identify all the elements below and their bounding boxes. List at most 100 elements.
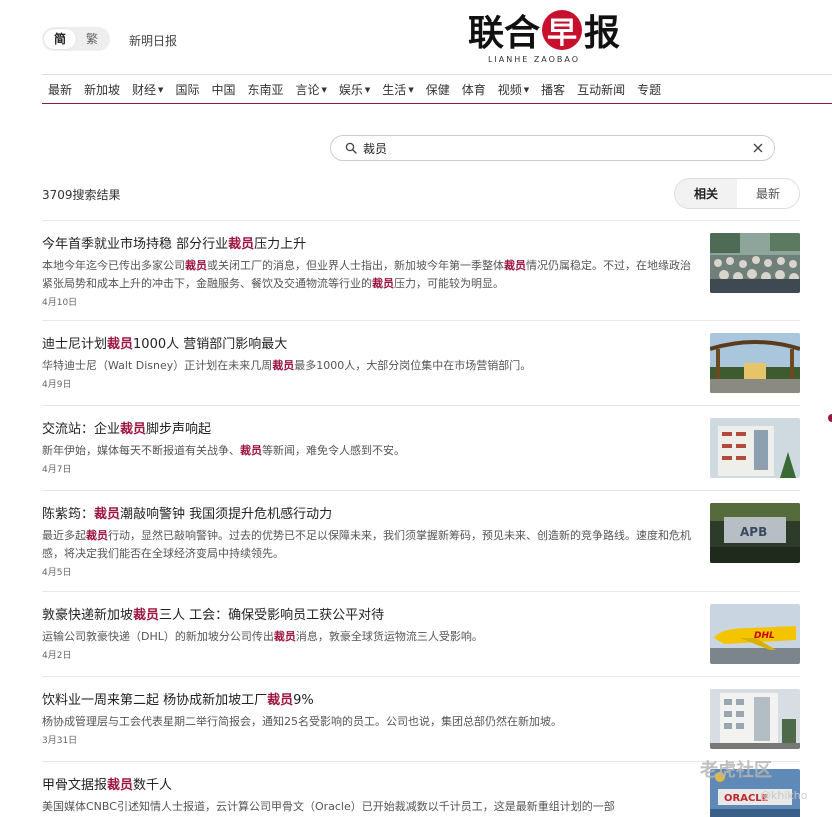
result-title-link[interactable]: 敦豪快递新加坡裁员三人 工会：确保受影响员工获公平对待 — [42, 607, 692, 625]
text-segment: 饮料业一周来第二起 杨协成新加坡工厂 — [42, 693, 268, 708]
highlighted-keyword: 裁员 — [272, 359, 295, 372]
text-segment: 消息，敦豪全球货运物流三人受影响。 — [295, 630, 483, 643]
caret-down-icon: ▼ — [158, 85, 164, 94]
nav-item[interactable]: 言论 ▼ — [295, 81, 326, 98]
search-result-item: 敦豪快递新加坡裁员三人 工会：确保受影响员工获公平对待 运输公司敦豪快递（DHL）… — [42, 604, 800, 664]
highlighted-keyword: 裁员 — [107, 778, 134, 793]
text-segment: 交流站：企业 — [42, 422, 121, 437]
main-nav: 最新 新加坡 财经 ▼ 国际 中国 东南亚 言论 ▼ 娱乐 ▼ 生活 ▼ 保健 体育 视频 ▼ 播客 互动新闻 专题 — [42, 74, 832, 104]
result-summary: 华特迪士尼（Walt Disney）正计划在未来几周裁员最多1000人，大部分岗… — [42, 357, 692, 375]
text-segment: 迪士尼计划 — [42, 337, 108, 352]
nav-item-label: 最新 — [48, 82, 73, 97]
divider — [42, 490, 800, 491]
nav-item[interactable]: 播客 — [541, 81, 565, 98]
caret-down-icon: ▼ — [321, 85, 327, 94]
result-summary: 最近多起裁员行动，显然已敲响警钟。过去的优势已不足以保障未来，我们须掌握新筹码，… — [42, 527, 692, 563]
nav-item[interactable]: 保健 — [426, 81, 450, 98]
highlighted-keyword: 裁员 — [228, 237, 255, 252]
result-date: 4月7日 — [42, 465, 72, 475]
result-count: 3709搜索结果 — [42, 188, 121, 202]
watermark-handle: @khikho — [760, 789, 808, 802]
result-date: 4月5日 — [42, 568, 72, 578]
search-result-item: 交流站：企业裁员脚步声响起 新年伊始，媒体每天不断报道有关战争、裁员等新闻，难免令… — [42, 418, 800, 478]
nav-item-label: 东南亚 — [247, 82, 284, 97]
result-title-link[interactable]: 迪士尼计划裁员1000人 营销部门影响最大 — [42, 336, 692, 354]
divider — [42, 761, 800, 762]
result-title-link[interactable]: 陈紫筠：裁员潮敲响警钟 我国须提升危机感行动力 — [42, 506, 692, 524]
nav-item[interactable]: 生活 ▼ — [382, 81, 413, 98]
text-segment: 压力，可能较为明显。 — [394, 277, 504, 290]
caret-down-icon: ▼ — [364, 85, 371, 94]
highlighted-keyword: 裁员 — [504, 259, 526, 272]
result-thumbnail[interactable] — [710, 333, 800, 393]
result-title-link[interactable]: 饮料业一周来第二起 杨协成新加坡工厂裁员9% — [42, 692, 692, 710]
language-switch: 简 繁 — [42, 27, 111, 51]
edge-marker-icon — [828, 414, 832, 422]
clear-icon[interactable] — [752, 142, 764, 154]
result-title-link[interactable]: 甲骨文据报裁员数千人 — [42, 777, 692, 795]
result-date: 3月31日 — [42, 736, 78, 746]
text-segment: 潮敲响警钟 我国须提升危机感行动力 — [120, 507, 333, 522]
result-title-link[interactable]: 今年首季就业市场持稳 部分行业裁员压力上升 — [42, 236, 692, 254]
result-thumbnail[interactable] — [710, 418, 800, 478]
nav-item-label: 娱乐 — [338, 82, 363, 97]
search-result-item: 今年首季就业市场持稳 部分行业裁员压力上升本地今年迄今已传出多家公司裁员或关闭工… — [42, 233, 800, 308]
nav-item[interactable]: 体育 — [462, 81, 486, 98]
text-segment: 华特迪士尼（Walt Disney）正计划在未来几周 — [42, 359, 273, 372]
nav-item-label: 专题 — [637, 82, 662, 97]
result-thumbnail[interactable] — [710, 689, 800, 749]
search-result-item: 迪士尼计划裁员1000人 营销部门影响最大 华特迪士尼（Walt Disney）正… — [42, 333, 800, 393]
nav-item[interactable]: 国际 — [175, 81, 199, 98]
result-summary: 新年伊始，媒体每天不断报道有关战争、裁员等新闻，难免令人感到不安。 — [42, 442, 692, 460]
nav-item[interactable]: 新加坡 — [84, 81, 120, 98]
search-input[interactable] — [363, 141, 752, 155]
divider — [42, 591, 800, 592]
highlighted-keyword: 裁员 — [107, 337, 134, 352]
text-segment: 陈紫筠： — [42, 507, 95, 522]
result-thumbnail[interactable]: APB — [710, 503, 800, 563]
text-segment: 等新闻，难免令人感到不安。 — [262, 444, 405, 457]
lang-simplified-button[interactable]: 简 — [44, 29, 77, 49]
logo-text-pre: 联合 — [468, 12, 541, 54]
result-summary: 杨协成管理层与工会代表星期二举行简报会，通知25名受影响的员工。公司也说，集团总… — [42, 713, 692, 731]
text-segment: 9% — [293, 693, 314, 708]
logo-english: LIANHE ZAOBAO — [487, 55, 581, 64]
sister-site-link[interactable]: 新明日报 — [129, 32, 177, 49]
result-title-link[interactable]: 交流站：企业裁员脚步声响起 — [42, 421, 692, 439]
svg-text:APB: APB — [740, 525, 767, 539]
highlighted-keyword: 裁员 — [267, 693, 294, 708]
nav-item-label: 中国 — [211, 82, 236, 97]
sort-latest-button[interactable]: 最新 — [737, 179, 799, 208]
sort-toggle: 相关 最新 — [674, 178, 800, 209]
logo-zao-mark: 早 — [542, 10, 583, 51]
nav-item[interactable]: 视频 ▼ — [498, 81, 529, 98]
search-box[interactable] — [330, 135, 775, 161]
nav-item[interactable]: 娱乐 ▼ — [339, 81, 370, 98]
site-logo[interactable]: 联合早报 LIANHE ZAOBAO — [468, 8, 640, 68]
result-thumbnail[interactable]: DHL — [710, 604, 800, 664]
nav-item[interactable]: 东南亚 — [247, 81, 283, 98]
result-date: 4月9日 — [42, 380, 72, 390]
sort-relevant-button[interactable]: 相关 — [675, 179, 737, 208]
result-summary: 本地今年迄今已传出多家公司裁员或关闭工厂的消息，但业界人士指出，新加坡今年第一季… — [42, 257, 692, 293]
divider — [42, 320, 800, 321]
result-date: 4月2日 — [42, 651, 72, 661]
watermark-text: 老虎社区 — [700, 760, 772, 781]
text-segment: 压力上升 — [254, 237, 307, 252]
caret-down-icon: ▼ — [523, 85, 530, 94]
nav-item[interactable]: 专题 — [637, 81, 661, 98]
logo-text-post: 报 — [584, 12, 621, 54]
text-segment: 美国媒体CNBC引述知情人士报道，云计算公司甲骨文（Oracle）已开始裁减数以… — [42, 800, 615, 813]
nav-item[interactable]: 互动新闻 — [577, 81, 625, 98]
highlighted-keyword: 裁员 — [185, 259, 207, 272]
nav-item-label: 互动新闻 — [577, 82, 626, 97]
nav-item-label: 保健 — [425, 82, 450, 97]
text-segment: 行动，显然已敲响警钟。过去的优势已不足以保障未来，我们须掌握新筹码，预见未来、创… — [42, 529, 691, 560]
nav-item[interactable]: 财经 ▼ — [132, 81, 163, 98]
text-segment: 三人 工会：确保受影响员工获公平对待 — [159, 608, 385, 623]
lang-traditional-button[interactable]: 繁 — [76, 29, 108, 49]
nav-item[interactable]: 中国 — [211, 81, 235, 98]
result-thumbnail[interactable] — [710, 233, 800, 293]
site-header: 简 繁 新明日报 联合早报 LIANHE ZAOBAO — [0, 0, 832, 72]
nav-item[interactable]: 最新 — [48, 81, 72, 98]
